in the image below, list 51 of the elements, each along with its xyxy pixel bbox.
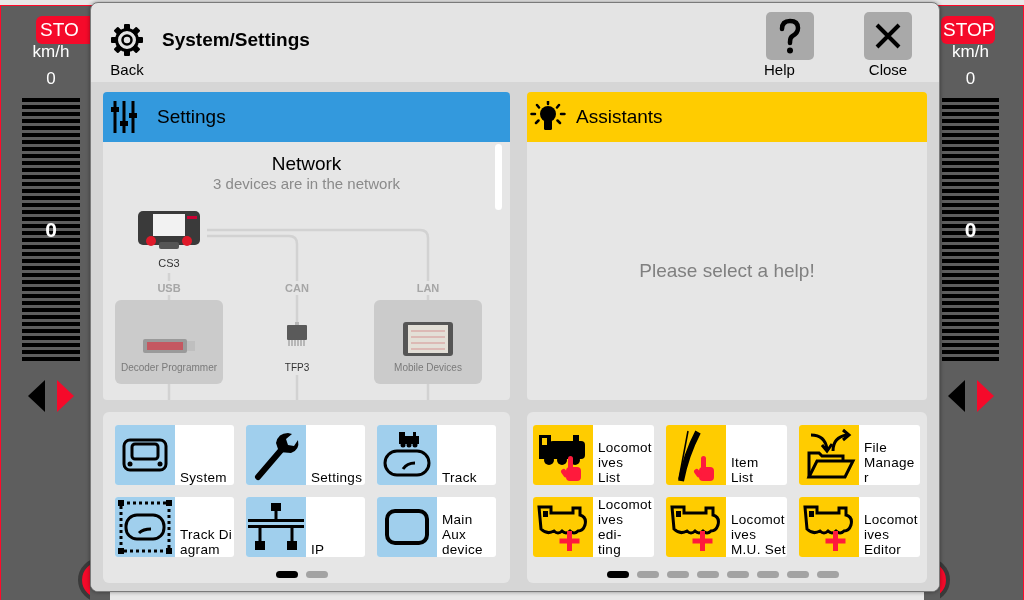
panel-title: Settings (157, 105, 226, 129)
help-button[interactable]: Help (766, 12, 814, 79)
speed-unit: km/h (952, 43, 989, 61)
help-icon (766, 12, 814, 60)
light-bulb-icon (530, 101, 566, 133)
locomotive-plus-icon (666, 497, 726, 557)
speed-unit: km/h (32, 43, 70, 61)
locomotive-plus-icon (533, 497, 593, 557)
dialog-title: System/Settings (162, 28, 310, 52)
folder-arrows-icon (799, 425, 859, 485)
network-subtitle: 3 devices are in the network (213, 175, 400, 193)
settings-tile[interactable]: Settings (246, 425, 365, 485)
settings-tile[interactable]: System (115, 425, 234, 485)
gear-icon (110, 23, 144, 57)
settings-tile[interactable]: IP (246, 497, 365, 557)
close-button[interactable]: Close (864, 12, 912, 79)
right-triangle-icon[interactable] (57, 380, 74, 412)
speed-bar[interactable]: 0 (22, 98, 80, 362)
assistant-tile[interactable]: Item List (666, 425, 787, 485)
assistant-tile[interactable]: Locomot ives M.U. Set (666, 497, 787, 557)
settings-tile[interactable]: Track Di agram (115, 497, 234, 557)
right-triangle-icon[interactable] (976, 380, 994, 412)
speed-value: 0 (965, 69, 976, 89)
settings-tile[interactable]: Track (377, 425, 496, 485)
network-title: Network (271, 153, 342, 175)
assistant-tile[interactable]: Locomot ives Editor (799, 497, 920, 557)
panel-title: Assistants (576, 105, 663, 129)
assistant-tile[interactable]: File Manage r (799, 425, 920, 485)
speed-bar[interactable]: 0 (942, 98, 999, 362)
left-triangle-icon[interactable] (947, 380, 965, 412)
help-message: Please select a help! (639, 259, 815, 283)
control-unit-icon (115, 425, 175, 485)
speed-reading: 0 (45, 218, 57, 242)
stop-button[interactable]: STOP (941, 16, 995, 44)
sliders-icon (111, 100, 137, 134)
scrollbar-thumb[interactable] (495, 144, 502, 210)
locomotive-plus-icon (799, 497, 859, 557)
speed-value: 0 (46, 69, 56, 89)
control-station-image (137, 210, 201, 250)
network-icon (246, 497, 306, 557)
assistant-tile[interactable]: Locomot ives List (533, 425, 654, 485)
left-triangle-icon[interactable] (28, 380, 45, 412)
wrench-icon (246, 425, 306, 485)
close-icon (864, 12, 912, 60)
assistant-tile[interactable]: Locomot ives edi- ting (533, 497, 654, 557)
locomotive-hand-icon (533, 425, 593, 485)
settings-tile[interactable]: Main Aux device (377, 497, 496, 557)
speed-reading: 0 (964, 218, 977, 242)
rounded-square-icon (377, 497, 437, 557)
back-button[interactable]: Back (105, 23, 149, 79)
switch-hand-icon (666, 425, 726, 485)
